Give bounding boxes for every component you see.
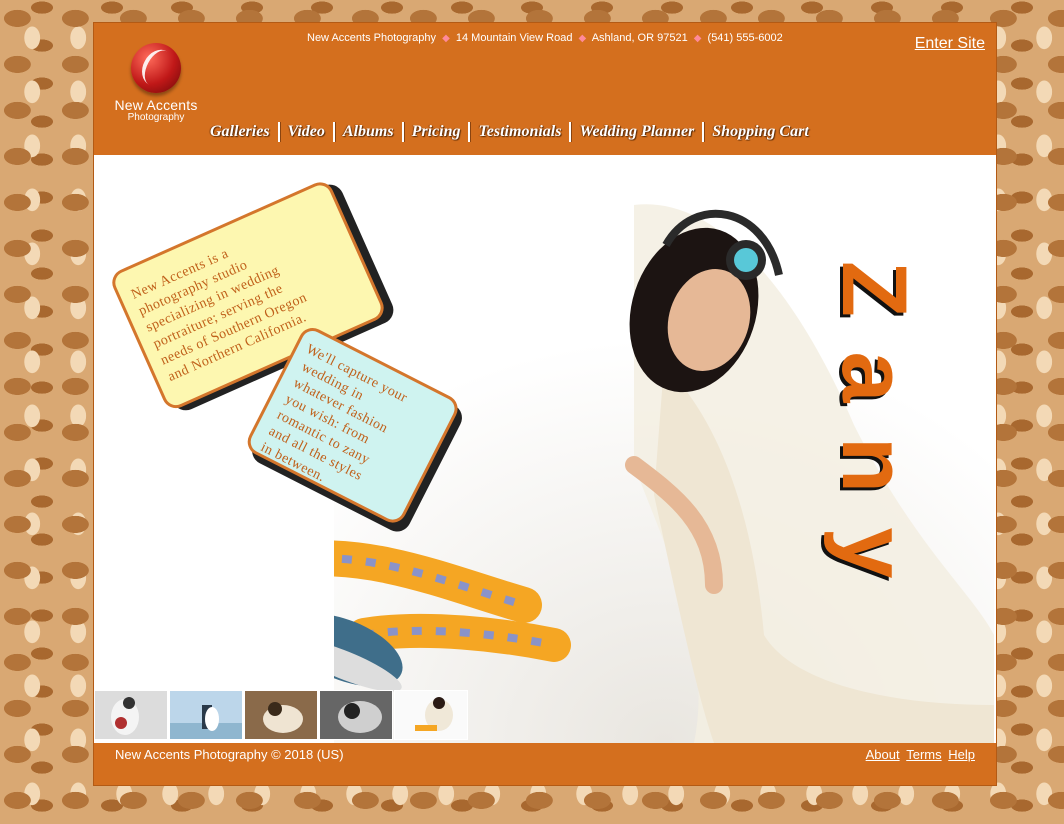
help-link[interactable]: Help [948,747,975,762]
zany-lettering: Z a n y [814,245,934,645]
thumbnail-couple-portrait[interactable] [244,690,318,740]
nav-video[interactable]: Video [280,122,333,142]
site-footer: New Accents Photography © 2018 (US) Abou… [94,743,996,785]
business-name: New Accents Photography [307,32,437,44]
zany-letter: y [823,527,925,579]
main-nav: Galleries Video Albums Pricing Testimoni… [202,120,817,144]
city-state-zip: Ashland, OR 97521 [591,32,688,44]
copyright: New Accents Photography © 2018 (US) [115,747,344,762]
site-header: New Accents Photography New Accents Phot… [94,23,996,155]
nav-wedding-planner[interactable]: Wedding Planner [571,122,702,142]
thumbnail-strip [94,690,468,740]
thumbnail-bride-bw[interactable] [319,690,393,740]
street-address: 14 Mountain View Road [455,32,573,44]
diamond-separator-icon: ◆ [578,33,587,44]
logo[interactable]: New Accents Photography [108,43,204,127]
thumbnail-bride-sneakers[interactable] [394,690,468,740]
enter-site-link[interactable]: Enter Site [915,35,985,53]
nav-pricing[interactable]: Pricing [404,122,469,142]
nav-albums[interactable]: Albums [335,122,402,142]
about-link[interactable]: About [866,747,900,762]
terms-link[interactable]: Terms [906,747,941,762]
contact-line: New Accents Photography ◆ 14 Mountain Vi… [307,32,783,44]
nav-testimonials[interactable]: Testimonials [470,122,569,142]
nav-galleries[interactable]: Galleries [202,122,278,142]
logo-subtitle: Photography [127,112,185,123]
page-frame: New Accents Photography New Accents Phot… [94,23,996,785]
phone-number: (541) 555-6002 [707,32,783,44]
diamond-separator-icon: ◆ [442,33,450,44]
thumbnail-couple-pier[interactable] [169,690,243,740]
logo-name: New Accents [114,97,198,113]
diamond-separator-icon: ◆ [693,33,702,44]
thumbnail-bride-bouquet[interactable] [94,690,168,740]
nav-shopping-cart[interactable]: Shopping Cart [704,122,816,142]
hero-banner: Z a n y New Accents is a photography stu… [94,155,996,743]
logo-mark-icon [131,43,181,93]
footer-links: About Terms Help [863,747,975,762]
